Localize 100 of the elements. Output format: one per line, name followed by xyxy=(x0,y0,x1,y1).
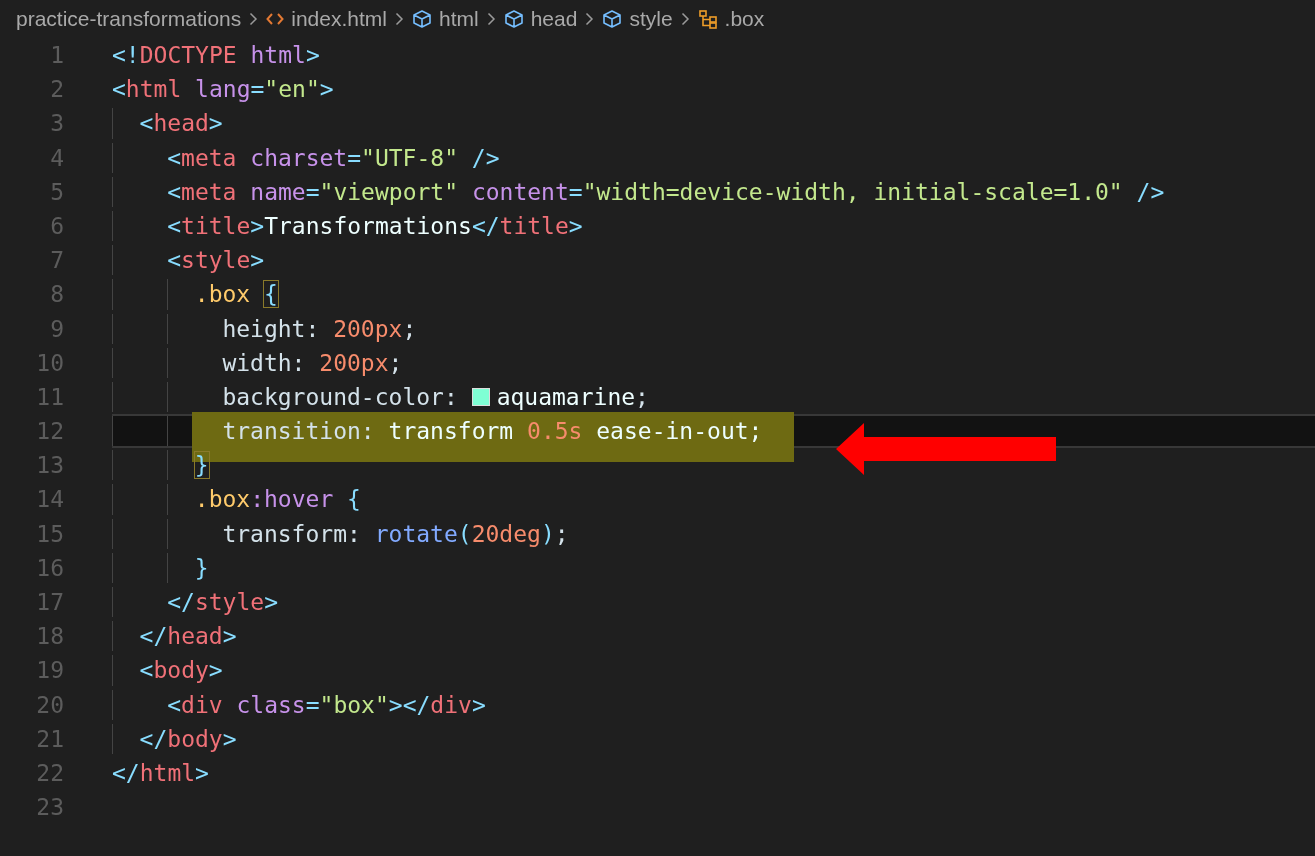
code-token: </ xyxy=(471,211,500,241)
breadcrumb-item[interactable]: html xyxy=(411,7,479,31)
code-token: div xyxy=(430,690,472,720)
chevron-icon xyxy=(249,12,259,26)
code-token: /> xyxy=(470,143,500,173)
cube-icon xyxy=(602,9,623,29)
cube-icon xyxy=(411,9,432,29)
code-token: > xyxy=(222,622,237,652)
code-token: body xyxy=(153,656,209,686)
code-token: ) xyxy=(540,519,555,549)
code-token: = xyxy=(305,690,320,720)
code-token: rotate xyxy=(374,519,458,549)
line-number: 21 xyxy=(35,724,65,754)
code-token: = xyxy=(568,177,583,207)
code-token: { xyxy=(346,485,361,515)
code-token: style xyxy=(181,246,251,276)
code-token: = xyxy=(347,143,362,173)
chevron-icon xyxy=(394,12,404,26)
line-number: 16 xyxy=(35,553,65,583)
line-number: 12 xyxy=(35,417,65,447)
code-token: ; xyxy=(554,519,569,549)
line-number: 14 xyxy=(35,485,65,515)
line-number: 5 xyxy=(49,177,65,207)
code-token: "box" xyxy=(319,690,389,720)
code-token: transform: xyxy=(222,519,362,549)
code-token: = xyxy=(250,75,265,105)
code-token: ( xyxy=(457,519,472,549)
code-token: < xyxy=(167,143,182,173)
breadcrumb-item[interactable]: head xyxy=(503,7,578,31)
code-token: div xyxy=(181,690,223,720)
code-token: "viewport" xyxy=(319,177,459,207)
code-token: transition: xyxy=(222,417,376,447)
code-token: > xyxy=(208,109,223,139)
code-token: 0.5s xyxy=(527,417,583,447)
code-token: background-color: xyxy=(222,382,459,412)
line-number: 17 xyxy=(35,588,65,617)
code-token: content xyxy=(470,177,569,207)
code-token: html xyxy=(125,75,182,105)
code-token: "width=device-width, initial-scale=1.0" xyxy=(582,177,1123,207)
code-token: > xyxy=(568,211,583,241)
code-token: = xyxy=(305,177,320,207)
code-token: html xyxy=(249,41,306,70)
code-token: lang xyxy=(194,75,251,105)
code-token: </ xyxy=(139,622,168,652)
cube-icon xyxy=(503,9,524,29)
code-token: > xyxy=(222,724,237,754)
structure-icon xyxy=(697,9,718,29)
code-token: .box xyxy=(194,280,251,310)
code-token: < xyxy=(167,177,182,207)
code-token: charset xyxy=(249,143,348,173)
code-token: title xyxy=(181,211,251,241)
chevron-icon xyxy=(585,12,595,26)
line-number: 9 xyxy=(49,314,65,344)
code-token: DOCTYPE xyxy=(139,41,237,70)
code-token: 20deg xyxy=(471,519,541,549)
line-number: 3 xyxy=(49,109,65,139)
code-token: < xyxy=(167,246,182,276)
line-number: 4 xyxy=(49,143,65,173)
code-token: > xyxy=(264,588,278,617)
line-number: 23 xyxy=(35,793,65,823)
code-token: width: xyxy=(222,348,307,378)
chevron-icon xyxy=(486,12,496,26)
line-number: 19 xyxy=(35,656,65,686)
code-token: > xyxy=(250,246,265,276)
code-token: > xyxy=(471,690,486,720)
breadcrumb-item[interactable]: index.html xyxy=(266,7,387,31)
code-token: ></ xyxy=(388,690,431,720)
code-token: < xyxy=(139,656,154,686)
code-token: </ xyxy=(112,758,140,788)
code-token: } xyxy=(194,553,209,583)
line-number: 20 xyxy=(35,690,65,720)
color-swatch[interactable] xyxy=(471,387,490,406)
code-token: > xyxy=(195,758,209,788)
code-token: ; xyxy=(402,314,417,344)
breadcrumb-item[interactable]: style xyxy=(602,7,673,31)
line-number: 1 xyxy=(49,41,65,70)
code-token: < xyxy=(167,211,182,241)
breadcrumb-item[interactable]: .box xyxy=(697,7,765,31)
code-token: ease-in-out; xyxy=(595,417,763,447)
code-token: > xyxy=(305,41,320,70)
line-number: 22 xyxy=(35,758,65,788)
code-token: meta xyxy=(181,143,237,173)
code-token: name xyxy=(249,177,306,207)
code-token: :hover xyxy=(250,485,334,515)
line-number: 13 xyxy=(35,451,65,481)
line-number: 7 xyxy=(49,246,65,276)
code-token: class xyxy=(235,690,306,720)
code-token: 200px xyxy=(333,314,403,344)
code-token: } xyxy=(194,451,209,481)
code-file-icon xyxy=(266,11,285,27)
code-token: </ xyxy=(139,724,168,754)
code-token: head xyxy=(167,622,223,652)
code-token: ; xyxy=(635,382,649,412)
code-token: > xyxy=(250,211,265,241)
code-token: < xyxy=(139,109,154,139)
code-token: /> xyxy=(1135,177,1165,207)
code-token: style xyxy=(194,588,265,617)
code-token: .box xyxy=(194,485,251,515)
code-token: "UTF-8" xyxy=(361,143,458,173)
breadcrumb-item[interactable]: practice-transformations xyxy=(16,7,242,31)
